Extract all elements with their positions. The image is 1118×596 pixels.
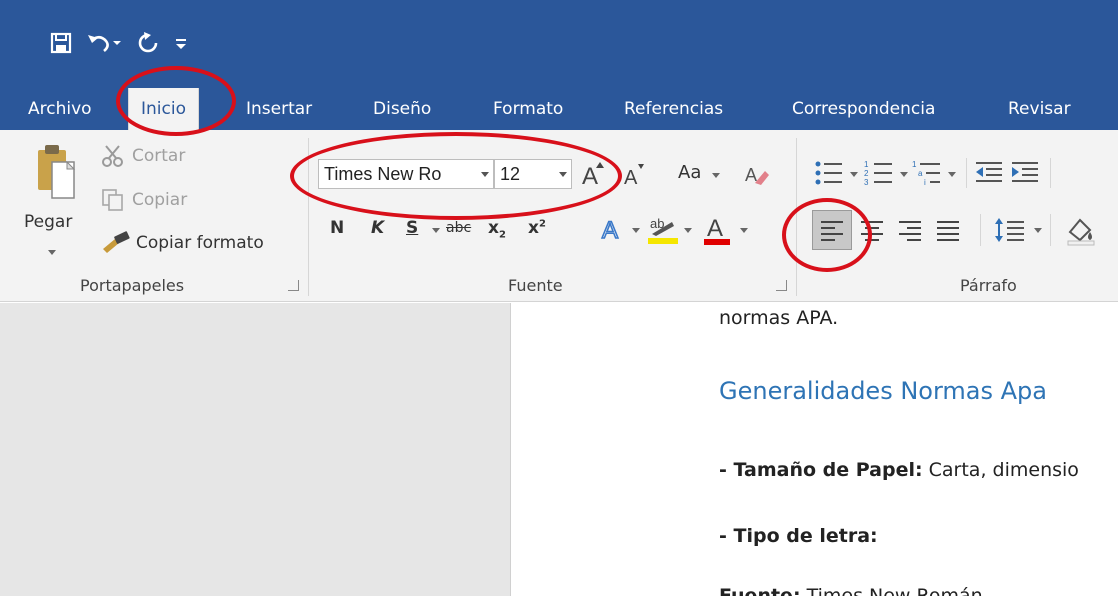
tab-referencias[interactable]: Referencias — [620, 88, 727, 130]
tab-insertar[interactable]: Insertar — [242, 88, 316, 130]
multilevel-list-icon[interactable]: 1ai — [912, 158, 942, 188]
customize-qat-icon[interactable] — [174, 35, 188, 51]
grow-font-icon[interactable]: A — [580, 158, 608, 188]
save-icon[interactable] — [50, 32, 72, 54]
align-left-button[interactable] — [812, 210, 852, 250]
font-name-value: Times New Ro — [324, 164, 442, 184]
svg-text:A: A — [707, 215, 723, 242]
numbering-icon[interactable]: 123 — [864, 158, 894, 188]
tab-correspondencia[interactable]: Correspondencia — [788, 88, 939, 130]
svg-text:1: 1 — [864, 160, 869, 169]
document-text-line: - Tamaño de Papel: Carta, dimensio — [719, 459, 1079, 481]
font-name-combobox[interactable]: Times New Ro — [318, 159, 494, 189]
title-bar — [0, 0, 1118, 80]
group-separator — [308, 138, 309, 296]
multilevel-list-dropdown-icon[interactable] — [948, 172, 956, 177]
change-case-dropdown-icon[interactable] — [712, 173, 720, 178]
undo-icon[interactable] — [86, 32, 122, 54]
redo-icon[interactable] — [136, 31, 160, 55]
copy-icon — [100, 188, 126, 212]
font-size-value: 12 — [500, 164, 521, 184]
font-dialog-launcher[interactable] — [776, 280, 787, 291]
toolbar-separator — [1050, 158, 1051, 188]
change-case-button[interactable]: Aa — [678, 162, 701, 183]
toolbar-separator — [966, 158, 967, 188]
subscript-button[interactable]: x2 — [488, 218, 506, 240]
tab-formato[interactable]: Formato — [489, 88, 567, 130]
quick-access-toolbar — [50, 28, 188, 58]
svg-text:A: A — [602, 217, 618, 244]
document-background — [0, 303, 510, 596]
svg-text:a: a — [918, 169, 923, 178]
tab-diseno[interactable]: Diseño — [369, 88, 435, 130]
tab-archivo[interactable]: Archivo — [24, 88, 96, 130]
svg-text:1: 1 — [912, 160, 917, 169]
bold-button[interactable]: N — [330, 218, 344, 238]
bullets-icon[interactable] — [814, 158, 844, 188]
group-label-clipboard: Portapapeles — [80, 276, 185, 295]
scissors-icon — [100, 144, 126, 168]
ribbon-tabs: Archivo Inicio Insertar Diseño Formato R… — [0, 80, 1118, 130]
text-effects-dropdown-icon[interactable] — [632, 228, 640, 233]
font-size-combobox[interactable]: 12 — [494, 159, 572, 189]
increase-indent-icon[interactable] — [1010, 158, 1040, 188]
decrease-indent-icon[interactable] — [974, 158, 1004, 188]
bullets-dropdown-icon[interactable] — [850, 172, 858, 177]
paste-dropdown-icon[interactable] — [48, 250, 56, 255]
tab-revisar[interactable]: Revisar — [1004, 88, 1075, 130]
format-painter-button[interactable]: Copiar formato — [136, 233, 264, 253]
shrink-font-icon[interactable]: A — [622, 160, 648, 188]
align-center-icon[interactable] — [858, 216, 886, 244]
group-separator — [796, 138, 797, 296]
document-page[interactable]: normas APA. Generalidades Normas Apa - T… — [510, 303, 1118, 596]
underline-button[interactable]: S — [406, 218, 418, 238]
clear-formatting-icon[interactable]: A — [742, 160, 770, 188]
line-spacing-icon[interactable] — [994, 214, 1026, 246]
clipboard-dialog-launcher[interactable] — [288, 280, 299, 291]
toolbar-separator — [1050, 214, 1051, 246]
svg-text:A: A — [582, 163, 598, 188]
align-right-icon[interactable] — [896, 216, 924, 244]
highlight-icon[interactable]: ab — [646, 212, 680, 246]
cut-button[interactable]: Cortar — [132, 146, 185, 166]
tab-inicio[interactable]: Inicio — [128, 88, 199, 130]
strikethrough-button[interactable]: abc — [446, 220, 471, 236]
justify-icon[interactable] — [934, 216, 962, 244]
shading-icon[interactable] — [1064, 214, 1096, 246]
svg-text:2: 2 — [864, 169, 869, 178]
numbering-dropdown-icon[interactable] — [900, 172, 908, 177]
group-label-font: Fuente — [508, 276, 563, 295]
document-text-line: Fuente: Times New Román — [719, 585, 983, 596]
ribbon: Pegar Cortar Copiar Copiar formato Porta… — [0, 130, 1118, 302]
text-effects-icon[interactable]: A — [600, 214, 628, 244]
superscript-button[interactable]: x2 — [528, 218, 546, 238]
font-size-dropdown-icon[interactable] — [559, 172, 567, 177]
underline-dropdown-icon[interactable] — [432, 228, 440, 233]
svg-text:A: A — [624, 167, 638, 188]
document-text-line: normas APA. — [719, 307, 839, 329]
align-left-icon — [821, 221, 843, 241]
paste-label[interactable]: Pegar — [24, 212, 72, 232]
font-color-dropdown-icon[interactable] — [740, 228, 748, 233]
font-name-dropdown-icon[interactable] — [481, 172, 489, 177]
document-heading: Generalidades Normas Apa — [719, 377, 1047, 405]
copy-button[interactable]: Copiar — [132, 190, 187, 210]
document-text-line: - Tipo de letra: — [719, 525, 878, 547]
svg-text:3: 3 — [864, 178, 869, 187]
font-color-icon[interactable]: A — [702, 212, 732, 246]
svg-text:A: A — [745, 165, 757, 185]
highlight-dropdown-icon[interactable] — [684, 228, 692, 233]
toolbar-separator — [980, 214, 981, 246]
group-label-paragraph: Párrafo — [960, 276, 1017, 295]
paste-icon[interactable] — [34, 142, 78, 200]
line-spacing-dropdown-icon[interactable] — [1034, 228, 1042, 233]
svg-text:i: i — [924, 178, 926, 187]
format-painter-icon — [100, 230, 132, 254]
italic-button[interactable]: K — [371, 218, 384, 238]
